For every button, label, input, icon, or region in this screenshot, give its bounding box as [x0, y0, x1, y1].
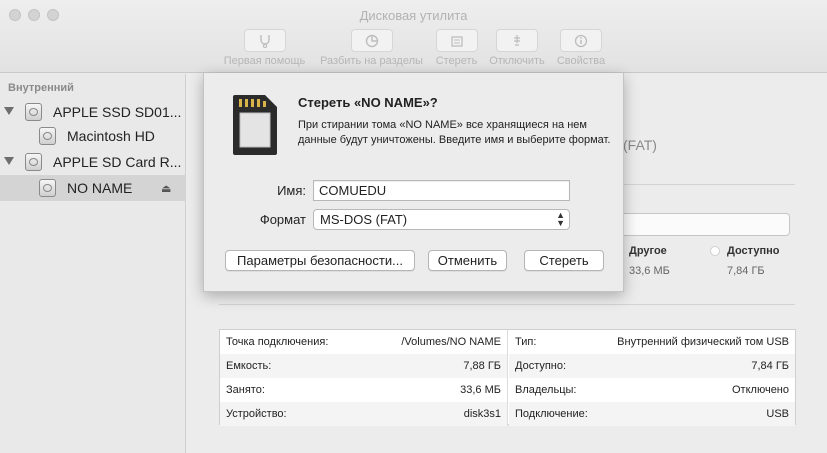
info-key: Владельцы: — [515, 384, 577, 396]
volume-icon — [39, 127, 56, 145]
format-select-value: MS-DOS (FAT) — [320, 212, 408, 227]
toolbar-first-aid-button[interactable]: Первая помощь — [222, 29, 307, 67]
sidebar-item-label: NO NAME — [67, 180, 133, 196]
name-field-label: Имя: — [277, 183, 306, 198]
info-row: Емкость: 7,88 ГБ — [220, 354, 507, 378]
partition-pie-icon — [350, 29, 393, 52]
sidebar-item-label: APPLE SD Card R... — [53, 154, 182, 170]
sidebar-item-label: APPLE SSD SD01... — [53, 104, 182, 120]
sidebar-item-apple-ssd[interactable]: APPLE SSD SD01... — [0, 99, 186, 125]
info-key: Занято: — [226, 384, 265, 396]
erase-button[interactable]: Стереть — [524, 250, 604, 271]
volume-format-fragment: (FAT) — [623, 137, 657, 153]
legend-free-value: 7,84 ГБ — [727, 265, 765, 277]
security-options-button[interactable]: Параметры безопасности... — [225, 250, 415, 271]
info-row: Доступно: 7,84 ГБ — [509, 354, 795, 378]
toolbar-unmount-button[interactable]: Отключить — [487, 29, 547, 67]
usage-bar — [620, 213, 790, 236]
disclosure-triangle-icon[interactable] — [4, 107, 14, 115]
disk-icon — [25, 153, 42, 171]
disk-icon — [25, 103, 42, 121]
info-icon — [560, 29, 602, 52]
info-column-left: Точка подключения: /Volumes/NO NAME Емко… — [220, 330, 508, 426]
volume-info-table: Точка подключения: /Volumes/NO NAME Емко… — [219, 329, 796, 426]
erase-icon — [435, 29, 478, 52]
sidebar: Внутренний APPLE SSD SD01... Macintosh H… — [0, 74, 186, 453]
info-value: Отключено — [732, 384, 789, 396]
name-field[interactable] — [313, 180, 570, 201]
info-value: /Volumes/NO NAME — [401, 336, 501, 348]
info-row: Занято: 33,6 МБ — [220, 378, 507, 402]
info-key: Доступно: — [515, 360, 567, 372]
sidebar-item-apple-sd-card[interactable]: APPLE SD Card R... — [0, 149, 186, 175]
dialog-title: Стереть «NO NAME»? — [298, 95, 438, 110]
toolbar-info-button[interactable]: Свойства — [554, 29, 608, 67]
sidebar-item-no-name[interactable]: NO NAME ⏏ — [0, 175, 186, 201]
info-key: Тип: — [515, 336, 537, 348]
info-row: Точка подключения: /Volumes/NO NAME — [220, 330, 507, 354]
dialog-message: При стирании тома «NO NAME» все хранящие… — [298, 119, 611, 146]
info-row: Подключение: USB — [509, 402, 795, 426]
info-value: 7,84 ГБ — [751, 360, 789, 372]
eject-icon[interactable]: ⏏ — [161, 182, 171, 195]
sd-card-icon — [231, 93, 279, 160]
legend-other-label: Другое — [629, 245, 667, 257]
toolbar-label: Отключить — [489, 55, 545, 67]
window-title: Дисковая утилита — [359, 8, 468, 23]
stethoscope-icon — [243, 29, 286, 52]
toolbar-erase-button[interactable]: Стереть — [433, 29, 480, 67]
toolbar-label: Стереть — [435, 55, 478, 67]
select-stepper-icon: ▲ ▼ — [556, 210, 565, 228]
sidebar-section-header: Внутренний — [8, 82, 74, 94]
sidebar-item-macintosh-hd[interactable]: Macintosh HD — [0, 123, 186, 149]
toolbar-label: Разбить на разделы — [320, 55, 423, 67]
info-key: Емкость: — [226, 360, 272, 372]
info-column-right: Тип: Внутренний физический том USB Досту… — [509, 330, 795, 426]
info-key: Подключение: — [515, 408, 588, 420]
format-select[interactable]: MS-DOS (FAT) ▲ ▼ — [313, 209, 570, 230]
info-key: Точка подключения: — [226, 336, 329, 348]
legend-free-label: Доступно — [727, 245, 780, 257]
disclosure-triangle-icon[interactable] — [4, 157, 14, 165]
title-bar: Дисковая утилита Первая помощь Разбить н… — [0, 0, 827, 73]
info-row: Устройство: disk3s1 — [220, 402, 507, 426]
unmount-icon — [496, 29, 538, 52]
cancel-button[interactable]: Отменить — [428, 250, 507, 271]
toolbar-partition-button[interactable]: Разбить на разделы — [316, 29, 427, 67]
sidebar-item-label: Macintosh HD — [67, 128, 155, 144]
info-row: Владельцы: Отключено — [509, 378, 795, 402]
format-field-label: Формат — [259, 212, 306, 227]
info-value: disk3s1 — [463, 408, 501, 420]
info-value: 33,6 МБ — [460, 384, 501, 396]
info-row: Тип: Внутренний физический том USB — [509, 330, 795, 354]
toolbar-label: Свойства — [556, 55, 606, 67]
info-value: USB — [766, 408, 789, 420]
divider — [219, 304, 795, 305]
erase-dialog: Стереть «NO NAME»? При стирании тома «NO… — [203, 73, 624, 292]
toolbar-label: Первая помощь — [223, 55, 306, 67]
info-value: Внутренний физический том USB — [617, 336, 789, 348]
info-value: 7,88 ГБ — [463, 360, 501, 372]
info-key: Устройство: — [226, 408, 287, 420]
legend-other-value: 33,6 МБ — [629, 265, 670, 277]
legend-free-swatch — [710, 246, 720, 256]
volume-icon — [39, 179, 56, 197]
